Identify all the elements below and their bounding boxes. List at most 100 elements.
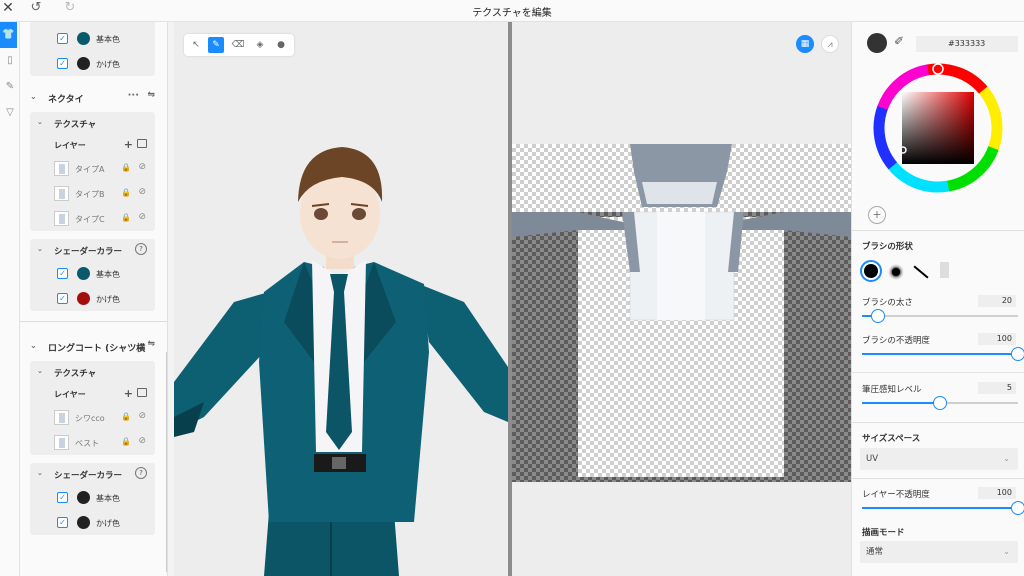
size-space-select[interactable]: UV ⌄ bbox=[860, 448, 1018, 470]
shader-header[interactable]: ⌄ シェーダーカラー ? bbox=[30, 239, 155, 261]
eye-off-icon[interactable]: ⊘ bbox=[138, 212, 146, 222]
chevron-down-icon[interactable]: ⌄ bbox=[37, 367, 43, 375]
color-swatch[interactable] bbox=[77, 292, 90, 305]
brush-hard-round[interactable] bbox=[860, 260, 882, 282]
model-viewport[interactable]: ↖ ✎ ⌫ ◈ ● bbox=[174, 22, 508, 576]
color-swatch[interactable] bbox=[77, 491, 90, 504]
layer-item[interactable]: タイプC 🔒 ⊘ bbox=[30, 206, 155, 231]
adjust-icon[interactable]: ⇋ bbox=[147, 90, 155, 100]
add-layer-icon[interactable]: + bbox=[124, 387, 133, 400]
help-icon[interactable]: ? bbox=[135, 467, 147, 479]
pressure-slider[interactable] bbox=[862, 396, 1018, 410]
title-bar: ✕ ↺ ↻ テクスチャを編集 bbox=[0, 0, 1024, 22]
current-color-swatch[interactable] bbox=[867, 33, 887, 53]
checkbox-icon[interactable]: ✓ bbox=[57, 268, 68, 279]
color-label: かげ色 bbox=[96, 60, 120, 69]
color-row-shade[interactable]: ✓ かげ色 bbox=[30, 510, 155, 535]
color-row-shade[interactable]: ✓ かげ色 bbox=[30, 51, 155, 76]
eyedropper-icon[interactable]: ✐ bbox=[894, 34, 904, 48]
layer-thumbnail bbox=[54, 211, 69, 226]
texture-header[interactable]: ⌄ テクスチャ bbox=[30, 112, 155, 134]
color-swatch[interactable] bbox=[77, 57, 90, 70]
color-wheel[interactable] bbox=[852, 58, 1024, 228]
texture-card: ⌄ テクスチャ レイヤー + タイプA 🔒 ⊘ タイプB 🔒 ⊘ タイプC 🔒 … bbox=[30, 112, 155, 231]
more-icon[interactable]: ··· bbox=[128, 90, 139, 101]
pressure-input[interactable]: 5 bbox=[978, 382, 1016, 394]
chevron-down-icon[interactable]: ⌄ bbox=[37, 469, 43, 477]
blur-icon[interactable]: ● bbox=[273, 37, 289, 53]
brush-size-label: ブラシの太さ bbox=[862, 298, 913, 308]
brush-panel: ✐ #333333 + ブラシの形状 ブラシの太さ 20 ブラシの不透明度 10… bbox=[851, 22, 1024, 576]
layer-opacity-slider[interactable] bbox=[862, 501, 1024, 515]
layer-item[interactable]: タイプB 🔒 ⊘ bbox=[30, 181, 155, 206]
checkbox-icon[interactable]: ✓ bbox=[57, 293, 68, 304]
checkbox-icon[interactable]: ✓ bbox=[57, 33, 68, 44]
fill-icon[interactable]: ◈ bbox=[252, 37, 268, 53]
section-necktie[interactable]: ⌄ ネクタイ ··· ⇋ bbox=[20, 84, 167, 110]
chevron-down-icon[interactable]: ⌄ bbox=[37, 118, 43, 126]
uv-viewport[interactable]: ▦ ⩘ bbox=[512, 22, 851, 576]
checkbox-icon[interactable]: ✓ bbox=[57, 492, 68, 503]
image-icon[interactable] bbox=[137, 139, 147, 148]
eye-off-icon[interactable]: ⊘ bbox=[138, 187, 146, 197]
eye-off-icon[interactable]: ⊘ bbox=[138, 411, 146, 421]
shoe-icon[interactable]: ▽ bbox=[0, 100, 20, 126]
layer-opacity-input[interactable]: 100 bbox=[978, 487, 1016, 499]
pants-icon[interactable]: ▯ bbox=[0, 48, 20, 74]
eraser-icon[interactable]: ⌫ bbox=[230, 37, 246, 53]
section-label: ネクタイ bbox=[48, 95, 84, 105]
shirt-icon[interactable]: 👕 bbox=[0, 22, 17, 48]
section-label: ロングコート (シャツ横 bbox=[48, 344, 146, 354]
brush-opacity-slider[interactable] bbox=[862, 347, 1024, 361]
help-icon[interactable]: ? bbox=[135, 243, 147, 255]
color-row-base[interactable]: ✓ 基本色 bbox=[30, 261, 155, 286]
texture-header[interactable]: ⌄ テクスチャ bbox=[30, 361, 155, 383]
brush-size-slider[interactable] bbox=[862, 309, 1018, 323]
lock-icon[interactable]: 🔒 bbox=[121, 412, 131, 421]
image-icon[interactable] bbox=[137, 388, 147, 397]
color-row-shade[interactable]: ✓ かげ色 bbox=[30, 286, 155, 311]
layer-item[interactable]: タイプA 🔒 ⊘ bbox=[30, 156, 155, 181]
brush-shape-label: ブラシの形状 bbox=[862, 242, 913, 252]
add-swatch-icon[interactable]: + bbox=[868, 206, 886, 224]
size-space-label: サイズスペース bbox=[862, 434, 921, 444]
adjust-icon[interactable]: ⇋ bbox=[147, 339, 155, 349]
scrollbar[interactable] bbox=[166, 352, 167, 572]
section-long-coat[interactable]: ⌄ ロングコート (シャツ横 ⇋ bbox=[20, 333, 167, 359]
color-row-base[interactable]: ✓ 基本色 bbox=[30, 26, 155, 51]
eye-off-icon[interactable]: ⊘ bbox=[138, 162, 146, 172]
chevron-down-icon[interactable]: ⌄ bbox=[30, 341, 37, 350]
color-swatch[interactable] bbox=[77, 32, 90, 45]
lock-icon[interactable]: 🔒 bbox=[121, 163, 131, 172]
checkbox-icon[interactable]: ✓ bbox=[57, 58, 68, 69]
color-row-base[interactable]: ✓ 基本色 bbox=[30, 485, 155, 510]
checkbox-icon[interactable]: ✓ bbox=[57, 517, 68, 528]
lock-icon[interactable]: 🔒 bbox=[121, 213, 131, 222]
layer-item[interactable]: ベスト 🔒 ⊘ bbox=[30, 430, 155, 455]
lock-icon[interactable]: 🔒 bbox=[121, 188, 131, 197]
lock-icon[interactable]: 🔒 bbox=[121, 437, 131, 446]
avatar-model bbox=[174, 147, 508, 576]
chevron-down-icon[interactable]: ⌄ bbox=[30, 92, 37, 101]
brush-size-input[interactable]: 20 bbox=[978, 295, 1016, 307]
accessory-icon[interactable]: ✎ bbox=[0, 74, 20, 100]
draw-mode-select[interactable]: 通常 ⌄ bbox=[860, 541, 1018, 563]
shader-card: ⌄ シェーダーカラー ? ✓ 基本色 ✓ かげ色 bbox=[30, 463, 155, 535]
texture-card: ⌄ テクスチャ レイヤー + シワcco 🔒 ⊘ ベスト 🔒 ⊘ bbox=[30, 361, 155, 455]
layer-item[interactable]: シワcco 🔒 ⊘ bbox=[30, 405, 155, 430]
paint-toolbar: ↖ ✎ ⌫ ◈ ● bbox=[184, 34, 294, 56]
hex-input[interactable]: #333333 bbox=[916, 36, 1018, 52]
color-swatch[interactable] bbox=[77, 516, 90, 529]
shader-header[interactable]: ⌄ シェーダーカラー ? bbox=[30, 463, 155, 485]
eye-off-icon[interactable]: ⊘ bbox=[138, 436, 146, 446]
brush-soft-round[interactable] bbox=[892, 268, 900, 276]
brush-opacity-input[interactable]: 100 bbox=[978, 333, 1016, 345]
chevron-down-icon: ⌄ bbox=[1003, 454, 1010, 463]
pen-icon[interactable]: ✎ bbox=[208, 37, 224, 53]
color-swatch[interactable] bbox=[77, 267, 90, 280]
brush-texture[interactable] bbox=[940, 262, 949, 278]
brush-line[interactable] bbox=[913, 265, 929, 279]
select-icon[interactable]: ↖ bbox=[188, 37, 204, 53]
chevron-down-icon[interactable]: ⌄ bbox=[37, 245, 43, 253]
add-layer-icon[interactable]: + bbox=[124, 138, 133, 151]
